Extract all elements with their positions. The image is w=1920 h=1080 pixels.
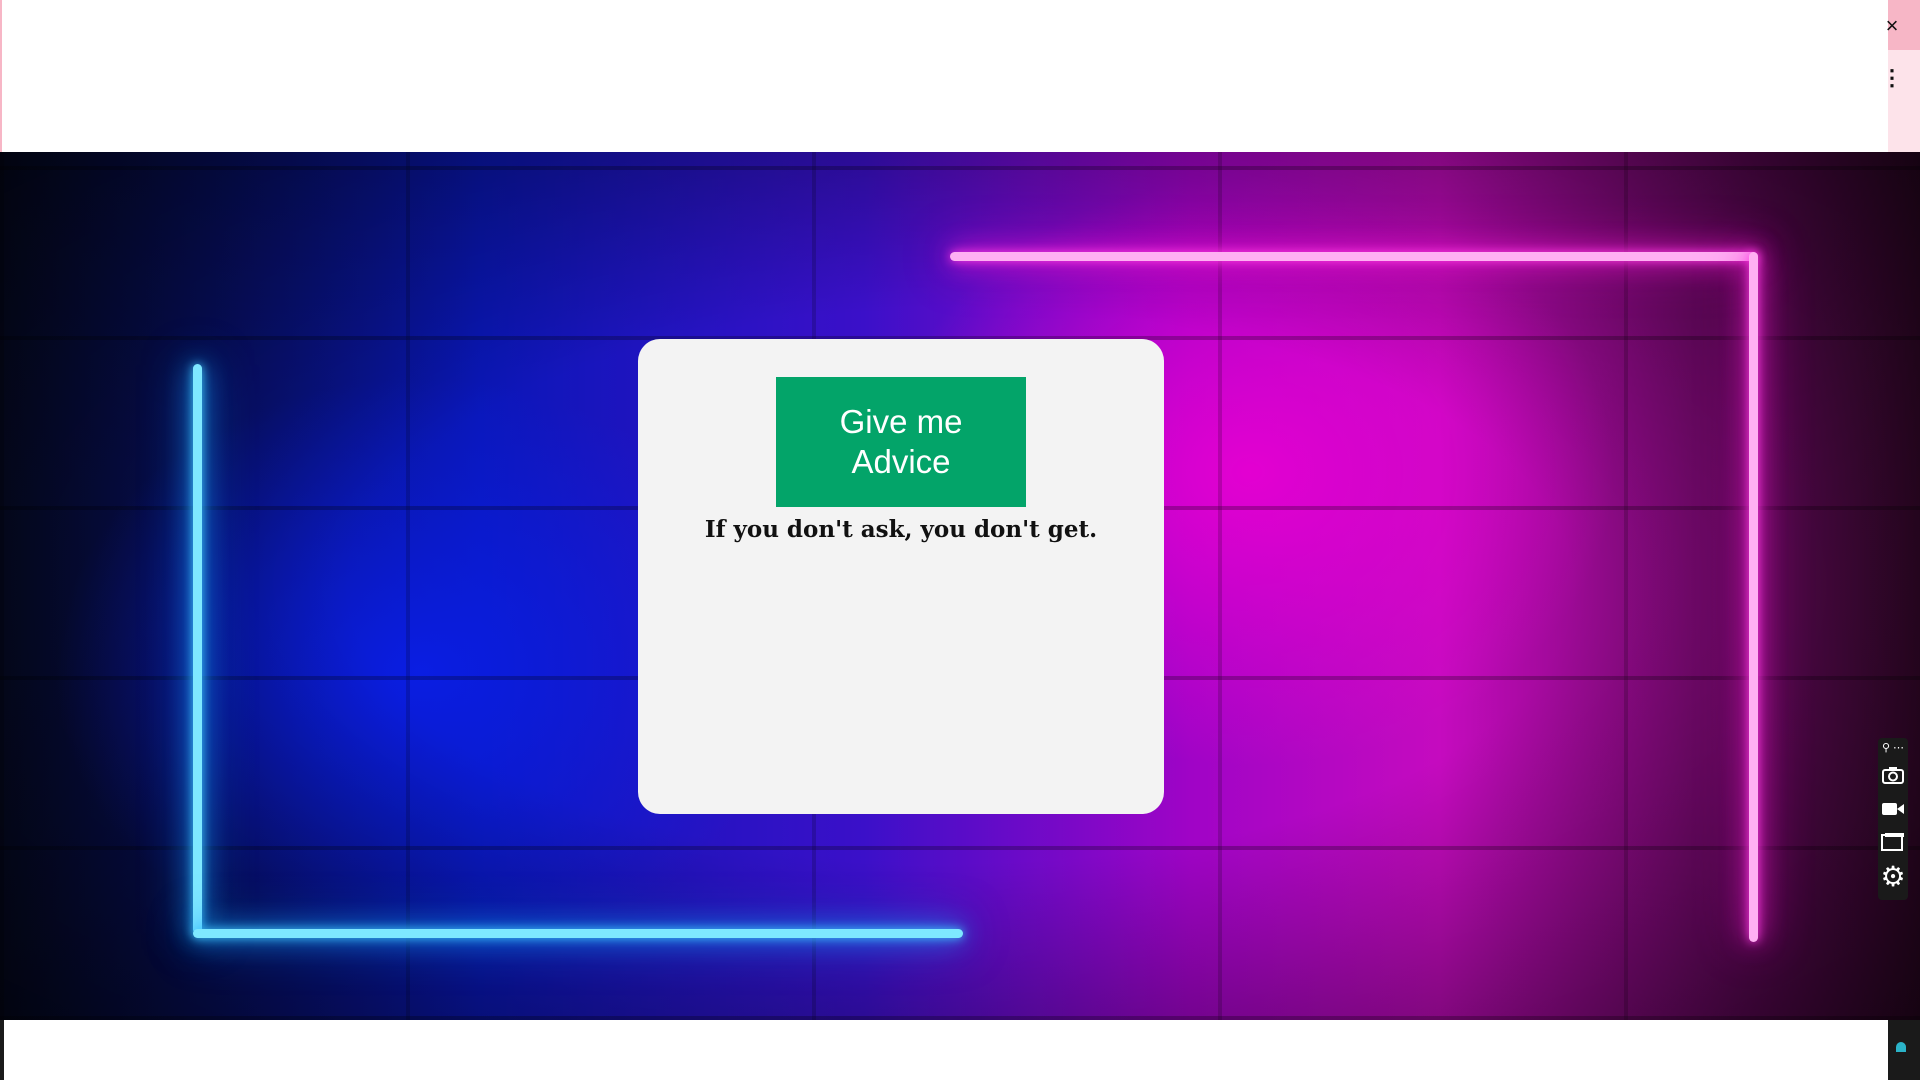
bottom-right-corner <box>1888 1020 1920 1080</box>
floating-toolbar: ⚲ ⋯ ⚙ <box>1878 738 1908 900</box>
neon-background: Give me Advice If you don't ask, you don… <box>0 152 1920 1020</box>
advice-text: If you don't ask, you don't get. <box>704 516 1098 543</box>
settings-icon[interactable]: ⚙ <box>1878 860 1908 894</box>
neon-pink-vertical <box>1749 252 1758 942</box>
top-bar <box>0 0 1888 152</box>
mini-menu-icon[interactable]: ⚲ ⋯ <box>1878 740 1908 756</box>
neon-pink-horizontal <box>950 252 1758 261</box>
video-icon[interactable] <box>1878 794 1908 824</box>
window-icon[interactable] <box>1878 827 1908 857</box>
bottom-bar <box>0 1020 1888 1080</box>
notification-icon[interactable] <box>1896 1042 1906 1052</box>
neon-blue-vertical <box>193 364 202 934</box>
give-me-advice-button[interactable]: Give me Advice <box>776 377 1026 507</box>
more-options-icon[interactable]: ⋮ <box>1878 64 1906 92</box>
camera-icon[interactable] <box>1878 760 1908 790</box>
neon-blue-horizontal <box>193 929 963 938</box>
advice-card: Give me Advice If you don't ask, you don… <box>638 339 1164 814</box>
close-button[interactable]: × <box>1878 12 1906 40</box>
